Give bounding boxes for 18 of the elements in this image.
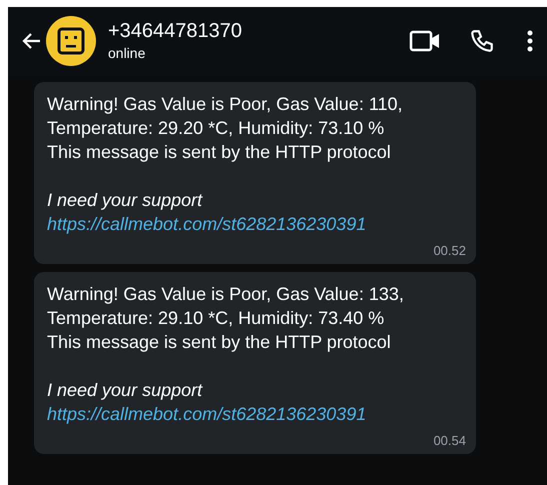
message-time: 00.52 bbox=[433, 242, 466, 260]
message-note: I need your support bbox=[47, 379, 204, 402]
message-time: 00.54 bbox=[433, 432, 466, 450]
contact-name: +34644781370 bbox=[108, 19, 244, 43]
message-note: I need your support bbox=[47, 189, 204, 212]
message-text: Temperature: 29.10 *C, Humidity: 73.40 % bbox=[47, 307, 386, 330]
message-text: Warning! Gas Value is Poor, Gas Value: 133, bbox=[47, 283, 405, 306]
contact-status: online bbox=[108, 44, 146, 63]
more-options-icon[interactable] bbox=[527, 29, 533, 53]
video-camera-icon[interactable] bbox=[409, 29, 441, 53]
message-link[interactable]: https://callmebot.com/st6282136230391 bbox=[47, 402, 366, 426]
avatar-icon[interactable] bbox=[46, 16, 96, 66]
message-text: Warning! Gas Value is Poor, Gas Value: 110, bbox=[47, 93, 404, 116]
message-link[interactable]: https://callmebot.com/st6282136230391 bbox=[47, 212, 366, 236]
message-text: This message is sent by the HTTP protocol bbox=[47, 141, 392, 164]
phone-icon[interactable] bbox=[469, 28, 495, 54]
message-text: This message is sent by the HTTP protocol bbox=[47, 331, 392, 354]
message-text: Temperature: 29.20 *C, Humidity: 73.10 % bbox=[47, 117, 386, 140]
